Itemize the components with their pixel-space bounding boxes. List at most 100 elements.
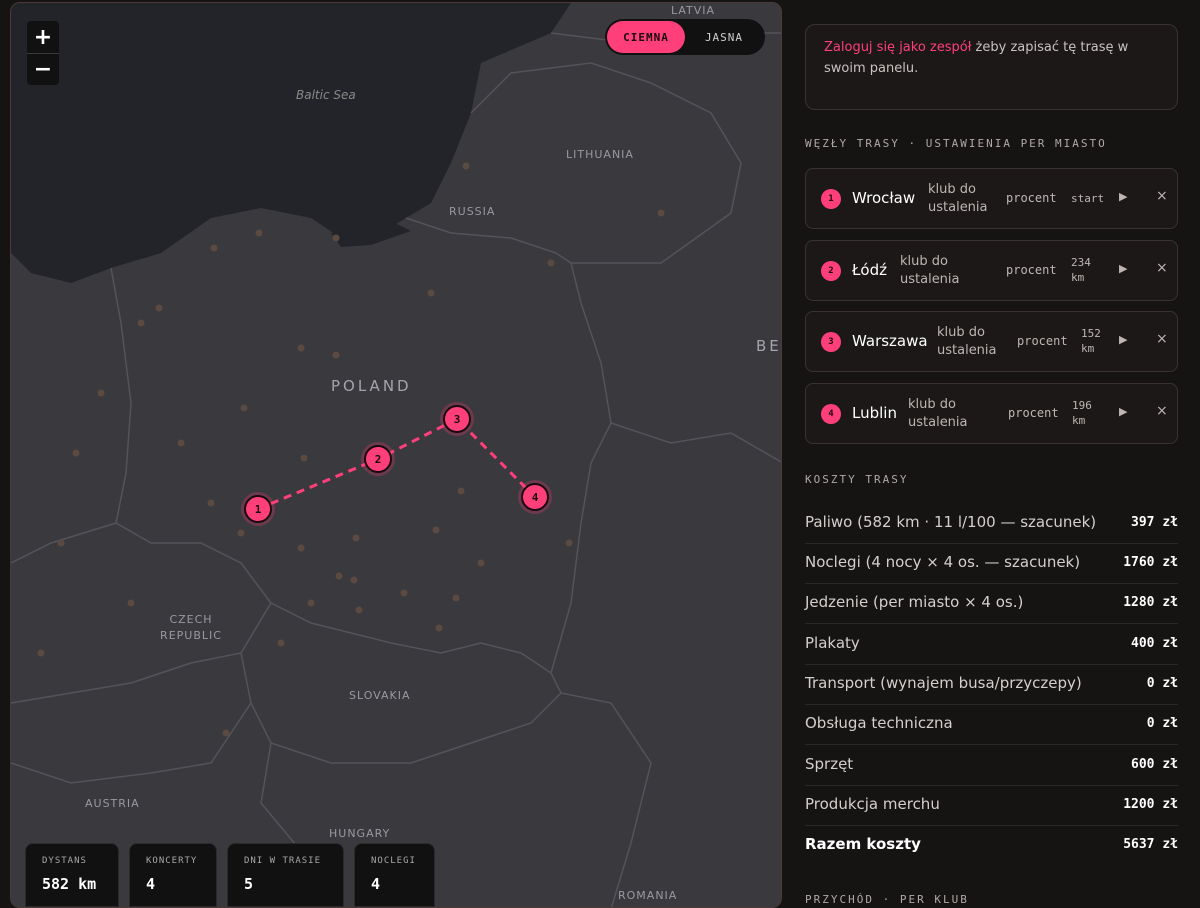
stat-concerts: KONCERTY 4 xyxy=(129,843,217,907)
node-club-select[interactable]: klub do ustalenia xyxy=(928,181,1008,217)
node-club-select[interactable]: klub do ustalenia xyxy=(937,324,1017,360)
close-icon[interactable]: × xyxy=(1156,260,1168,276)
route-map[interactable]: LATVIA Baltic Sea LITHUANIA RUSSIA BE PO… xyxy=(10,2,782,908)
route-pin-3[interactable]: 3 xyxy=(443,405,471,433)
cost-row-merch: Produkcja merchu 1200 zł xyxy=(805,786,1178,826)
route-node-1[interactable]: 1 Wrocław klub do ustalenia procent star… xyxy=(805,168,1178,229)
map-label-russia: RUSSIA xyxy=(449,205,496,218)
border-austria xyxy=(11,702,252,784)
node-number-badge: 1 xyxy=(821,189,841,209)
node-club-line1: klub do xyxy=(937,325,985,340)
node-distance: 234 km xyxy=(1071,255,1111,285)
cost-amount: 400 zł xyxy=(1131,636,1178,651)
node-number-badge: 3 xyxy=(821,332,841,352)
cost-amount: 397 zł xyxy=(1131,515,1178,530)
node-club-select[interactable]: klub do ustalenia xyxy=(908,396,988,432)
route-node-3[interactable]: 3 Warszawa klub do ustalenia procent 152… xyxy=(805,311,1178,372)
cost-row-equipment: Sprzęt 600 zł xyxy=(805,746,1178,786)
node-city-name: Warszawa xyxy=(852,332,928,350)
node-distance-line1: start xyxy=(1071,192,1105,205)
cost-amount: 600 zł xyxy=(1131,757,1178,772)
node-fee-type[interactable]: procent xyxy=(1008,406,1059,420)
stat-days-value: 5 xyxy=(244,875,254,893)
cost-total-name: Razem koszty xyxy=(805,835,921,853)
trip-stats: DYSTANS 582 km KONCERTY 4 DNI W TRASIE 5… xyxy=(25,843,435,907)
node-city-name: Lublin xyxy=(852,404,897,422)
map-label-czech-republic: CZECH REPUBLIC xyxy=(156,612,226,644)
node-distance-line1: 234 xyxy=(1071,256,1091,269)
cost-amount: 0 zł xyxy=(1146,676,1178,691)
map-base-layer xyxy=(11,3,781,907)
node-fee-type[interactable]: procent xyxy=(1006,263,1057,277)
map-label-latvia: LATVIA xyxy=(671,4,716,17)
cost-row-food: Jedzenie (per miasto × 4 os.) 1280 zł xyxy=(805,584,1178,624)
close-icon[interactable]: × xyxy=(1156,331,1168,347)
node-club-line2: ustalenia xyxy=(928,200,988,215)
map-label-belarus: BE xyxy=(756,337,782,355)
node-distance-line1: 196 xyxy=(1072,399,1092,412)
route-pin-2[interactable]: 2 xyxy=(364,445,392,473)
map-label-czech-line2: REPUBLIC xyxy=(160,629,222,642)
close-icon[interactable]: × xyxy=(1156,188,1168,204)
theme-toggle: CIEMNA JASNA xyxy=(605,19,765,55)
map-label-poland: POLAND xyxy=(331,377,412,395)
node-distance-line2: km xyxy=(1072,414,1086,427)
node-fee-type[interactable]: procent xyxy=(1017,334,1068,348)
cost-row-transport: Transport (wynajem busa/przyczepy) 0 zł xyxy=(805,665,1178,705)
play-icon[interactable]: ▶ xyxy=(1119,405,1127,418)
stat-concerts-label: KONCERTY xyxy=(146,856,198,866)
cost-name: Transport (wynajem busa/przyczepy) xyxy=(805,674,1082,692)
border-belarus-ukraine xyxy=(610,422,781,463)
cost-name: Noclegi (4 nocy × 4 os. — szacunek) xyxy=(805,553,1081,571)
route-pin-1[interactable]: 1 xyxy=(244,495,272,523)
cost-amount: 1200 zł xyxy=(1123,797,1178,812)
cost-amount: 1760 zł xyxy=(1123,555,1178,570)
cost-row-lodging: Noclegi (4 nocy × 4 os. — szacunek) 1760… xyxy=(805,544,1178,584)
node-club-line1: klub do xyxy=(928,182,976,197)
zoom-control: + − xyxy=(27,21,59,85)
border-poland-east xyxy=(550,262,612,674)
route-node-2[interactable]: 2 Łódź klub do ustalenia procent 234 km … xyxy=(805,240,1178,301)
stat-concerts-value: 4 xyxy=(146,875,156,893)
border-slovakia xyxy=(240,652,562,764)
map-label-czech-line1: CZECH xyxy=(169,613,213,626)
node-club-line2: ustalenia xyxy=(908,415,968,430)
border-lithuania xyxy=(470,62,742,264)
close-icon[interactable]: × xyxy=(1156,403,1168,419)
play-icon[interactable]: ▶ xyxy=(1119,262,1127,275)
route-node-4[interactable]: 4 Lublin klub do ustalenia procent 196 k… xyxy=(805,383,1178,444)
map-label-baltic-sea: Baltic Sea xyxy=(296,88,356,102)
zoom-out-button[interactable]: − xyxy=(27,53,59,85)
node-city-name: Łódź xyxy=(852,261,888,279)
cost-row-posters: Plakaty 400 zł xyxy=(805,625,1178,665)
zoom-in-button[interactable]: + xyxy=(27,21,59,53)
node-number-badge: 4 xyxy=(821,404,841,424)
route-pin-4[interactable]: 4 xyxy=(521,483,549,511)
stat-nights: NOCLEGI 4 xyxy=(354,843,435,907)
nodes-section-title: WĘZŁY TRASY · USTAWIENIA PER MIASTO xyxy=(805,137,1107,150)
route-line xyxy=(257,417,537,511)
play-icon[interactable]: ▶ xyxy=(1119,333,1127,346)
node-fee-type[interactable]: procent xyxy=(1006,191,1057,205)
revenue-section-title: PRZYCHÓD · PER KLUB xyxy=(805,893,969,906)
login-link[interactable]: Zaloguj się jako zespół xyxy=(824,40,971,55)
theme-light-button[interactable]: JASNA xyxy=(685,21,763,53)
stat-days-label: DNI W TRASIE xyxy=(244,856,322,866)
node-city-name: Wrocław xyxy=(852,189,916,207)
stat-nights-value: 4 xyxy=(371,875,381,893)
map-label-slovakia: SLOVAKIA xyxy=(349,689,411,702)
node-club-select[interactable]: klub do ustalenia xyxy=(900,253,980,289)
node-distance: start xyxy=(1071,191,1111,206)
node-distance: 196 km xyxy=(1072,398,1112,428)
cost-name: Sprzęt xyxy=(805,755,854,773)
stat-distance-label: DYSTANS xyxy=(42,856,87,866)
map-label-lithuania: LITHUANIA xyxy=(566,148,634,161)
node-distance-line2: km xyxy=(1081,342,1095,355)
cost-name: Paliwo (582 km · 11 l/100 — szacunek) xyxy=(805,513,1097,531)
stat-distance: DYSTANS 582 km xyxy=(25,843,119,907)
baltic-sea-area xyxy=(11,3,571,283)
stat-nights-label: NOCLEGI xyxy=(371,856,416,866)
play-icon[interactable]: ▶ xyxy=(1119,190,1127,203)
cost-name: Produkcja merchu xyxy=(805,795,940,813)
theme-dark-button[interactable]: CIEMNA xyxy=(607,21,685,53)
